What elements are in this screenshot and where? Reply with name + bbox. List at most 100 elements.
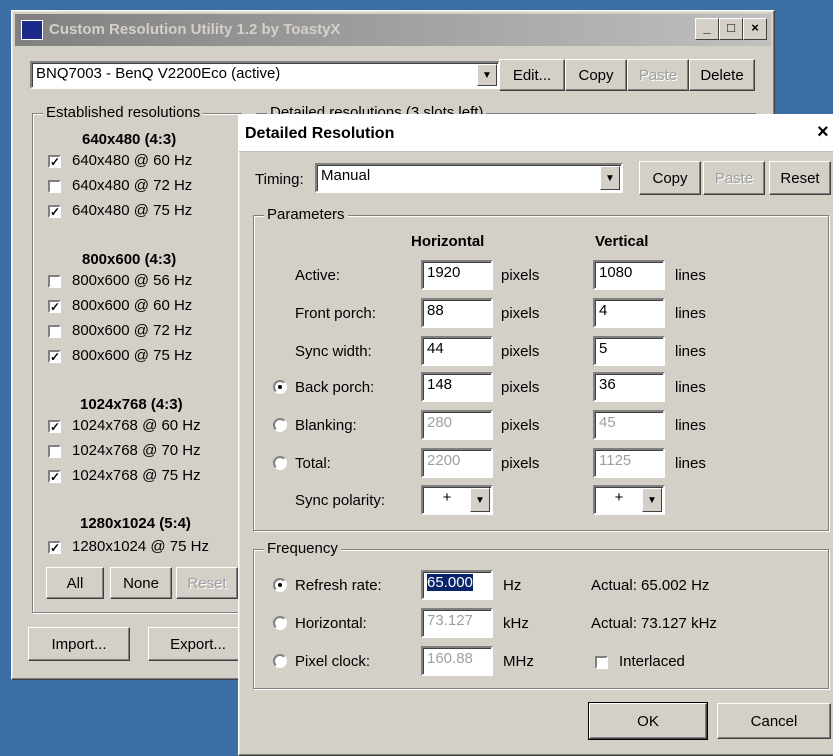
unit-label: lines — [675, 343, 706, 360]
close-icon[interactable]: × — [817, 121, 829, 144]
checkbox-800-60[interactable]: ✓ — [48, 300, 61, 313]
dialog-reset-button[interactable]: Reset — [769, 161, 831, 195]
interlaced-checkbox[interactable] — [595, 656, 608, 669]
checkbox-640-60[interactable]: ✓ — [48, 155, 61, 168]
export-button[interactable]: Export... — [148, 627, 248, 661]
unit-label: lines — [675, 305, 706, 322]
total-h-field[interactable]: 2200 — [421, 448, 493, 478]
group-header-640: 640x480 (4:3) — [82, 131, 177, 148]
checkbox-1024-75[interactable]: ✓ — [48, 470, 61, 483]
pixel-clock-label: Pixel clock: — [295, 653, 371, 670]
checkbox-label: 1024x768 @ 70 Hz — [72, 442, 201, 459]
unit-label: lines — [675, 267, 706, 284]
checkbox-800-75[interactable]: ✓ — [48, 350, 61, 363]
back-porch-v-field[interactable]: 36 — [593, 372, 665, 402]
back-porch-radio[interactable] — [273, 380, 287, 394]
timing-select-value: Manual — [321, 167, 371, 184]
unit-label: kHz — [503, 615, 529, 632]
checkbox-label: 1024x768 @ 75 Hz — [72, 467, 201, 484]
main-title-bar[interactable]: Custom Resolution Utility 1.2 by ToastyX… — [15, 14, 771, 46]
edit-button[interactable]: Edit... — [499, 59, 565, 91]
active-v-field[interactable]: 1080 — [593, 260, 665, 290]
horizontal-freq-label: Horizontal: — [295, 615, 367, 632]
front-porch-h-field[interactable]: 88 — [421, 298, 493, 328]
maximize-button[interactable]: □ — [719, 18, 743, 40]
checkbox-1024-70[interactable] — [48, 445, 61, 458]
dialog-paste-button[interactable]: Paste — [703, 161, 765, 195]
none-button[interactable]: None — [110, 567, 172, 599]
checkbox-label: 640x480 @ 75 Hz — [72, 202, 193, 219]
unit-label: MHz — [503, 653, 534, 670]
paste-button[interactable]: Paste — [627, 59, 689, 91]
unit-label: pixels — [501, 305, 540, 322]
unit-label: pixels — [501, 379, 540, 396]
checkbox-1024-60[interactable]: ✓ — [48, 420, 61, 433]
unit-label: lines — [675, 379, 706, 396]
checkbox-640-75[interactable]: ✓ — [48, 205, 61, 218]
blanking-v-field[interactable]: 45 — [593, 410, 665, 440]
blanking-label: Blanking: — [295, 417, 357, 434]
group-header-1024: 1024x768 (4:3) — [80, 396, 183, 413]
checkbox-label: 800x600 @ 60 Hz — [72, 297, 193, 314]
checkbox-800-72[interactable] — [48, 325, 61, 338]
checkbox-label: 800x600 @ 75 Hz — [72, 347, 193, 364]
checkbox-640-72[interactable] — [48, 180, 61, 193]
checkbox-label: 640x480 @ 72 Hz — [72, 177, 193, 194]
back-porch-label: Back porch: — [295, 379, 375, 396]
import-button[interactable]: Import... — [28, 627, 130, 661]
sync-v-select[interactable]: + ▼ — [593, 485, 665, 515]
cancel-button[interactable]: Cancel — [717, 703, 831, 739]
refresh-rate-field[interactable]: 65.000 — [421, 570, 493, 600]
unit-label: Hz — [503, 577, 522, 594]
frequency-label: Frequency — [264, 540, 341, 557]
sync-width-v-field[interactable]: 5 — [593, 336, 665, 366]
sync-width-h-field[interactable]: 44 — [421, 336, 493, 366]
group-header-800: 800x600 (4:3) — [82, 251, 177, 268]
unit-label: pixels — [501, 343, 540, 360]
back-porch-h-field[interactable]: 148 — [421, 372, 493, 402]
horizontal-freq-radio[interactable] — [273, 616, 287, 630]
unit-label: lines — [675, 455, 706, 472]
sync-width-label: Sync width: — [295, 343, 372, 360]
blanking-radio[interactable] — [273, 418, 287, 432]
parameters-label: Parameters — [264, 206, 348, 223]
unit-label: pixels — [501, 267, 540, 284]
refresh-rate-value: 65.000 — [427, 574, 473, 591]
all-button[interactable]: All — [46, 567, 104, 599]
total-v-field[interactable]: 1125 — [593, 448, 665, 478]
unit-label: lines — [675, 417, 706, 434]
interlaced-label: Interlaced — [619, 653, 685, 670]
close-button[interactable]: × — [743, 18, 767, 40]
pixel-clock-radio[interactable] — [273, 654, 287, 668]
sync-polarity-label: Sync polarity: — [295, 492, 386, 509]
copy-button[interactable]: Copy — [565, 59, 627, 91]
checkbox-label: 800x600 @ 56 Hz — [72, 272, 193, 289]
refresh-rate-radio[interactable] — [273, 578, 287, 592]
delete-button[interactable]: Delete — [689, 59, 755, 91]
monitor-select[interactable]: BNQ7003 - BenQ V2200Eco (active) ▼ — [30, 61, 500, 89]
total-radio[interactable] — [273, 456, 287, 470]
unit-label: pixels — [501, 417, 540, 434]
ok-button[interactable]: OK — [588, 702, 708, 740]
blanking-h-field[interactable]: 280 — [421, 410, 493, 440]
sync-h-select[interactable]: + ▼ — [421, 485, 493, 515]
chevron-down-icon[interactable]: ▼ — [600, 166, 620, 190]
active-label: Active: — [295, 267, 341, 284]
checkbox-label: 800x600 @ 72 Hz — [72, 322, 193, 339]
chevron-down-icon[interactable]: ▼ — [470, 488, 490, 512]
checkbox-800-56[interactable] — [48, 275, 61, 288]
minimize-button[interactable]: _ — [695, 18, 719, 40]
chevron-down-icon[interactable]: ▼ — [477, 64, 497, 86]
timing-select[interactable]: Manual ▼ — [315, 163, 623, 193]
active-h-field[interactable]: 1920 — [421, 260, 493, 290]
front-porch-v-field[interactable]: 4 — [593, 298, 665, 328]
detailed-resolution-dialog: Detailed Resolution × Timing: Manual ▼ C… — [238, 114, 833, 756]
chevron-down-icon[interactable]: ▼ — [642, 488, 662, 512]
dialog-copy-button[interactable]: Copy — [639, 161, 701, 195]
pixel-clock-field[interactable]: 160.88 — [421, 646, 493, 676]
checkbox-label: 1280x1024 @ 75 Hz — [72, 538, 209, 555]
checkbox-1280-75[interactable]: ✓ — [48, 541, 61, 554]
reset-button[interactable]: Reset — [176, 567, 238, 599]
horizontal-freq-field[interactable]: 73.127 — [421, 608, 493, 638]
dialog-title-bar[interactable]: Detailed Resolution × — [239, 115, 833, 152]
